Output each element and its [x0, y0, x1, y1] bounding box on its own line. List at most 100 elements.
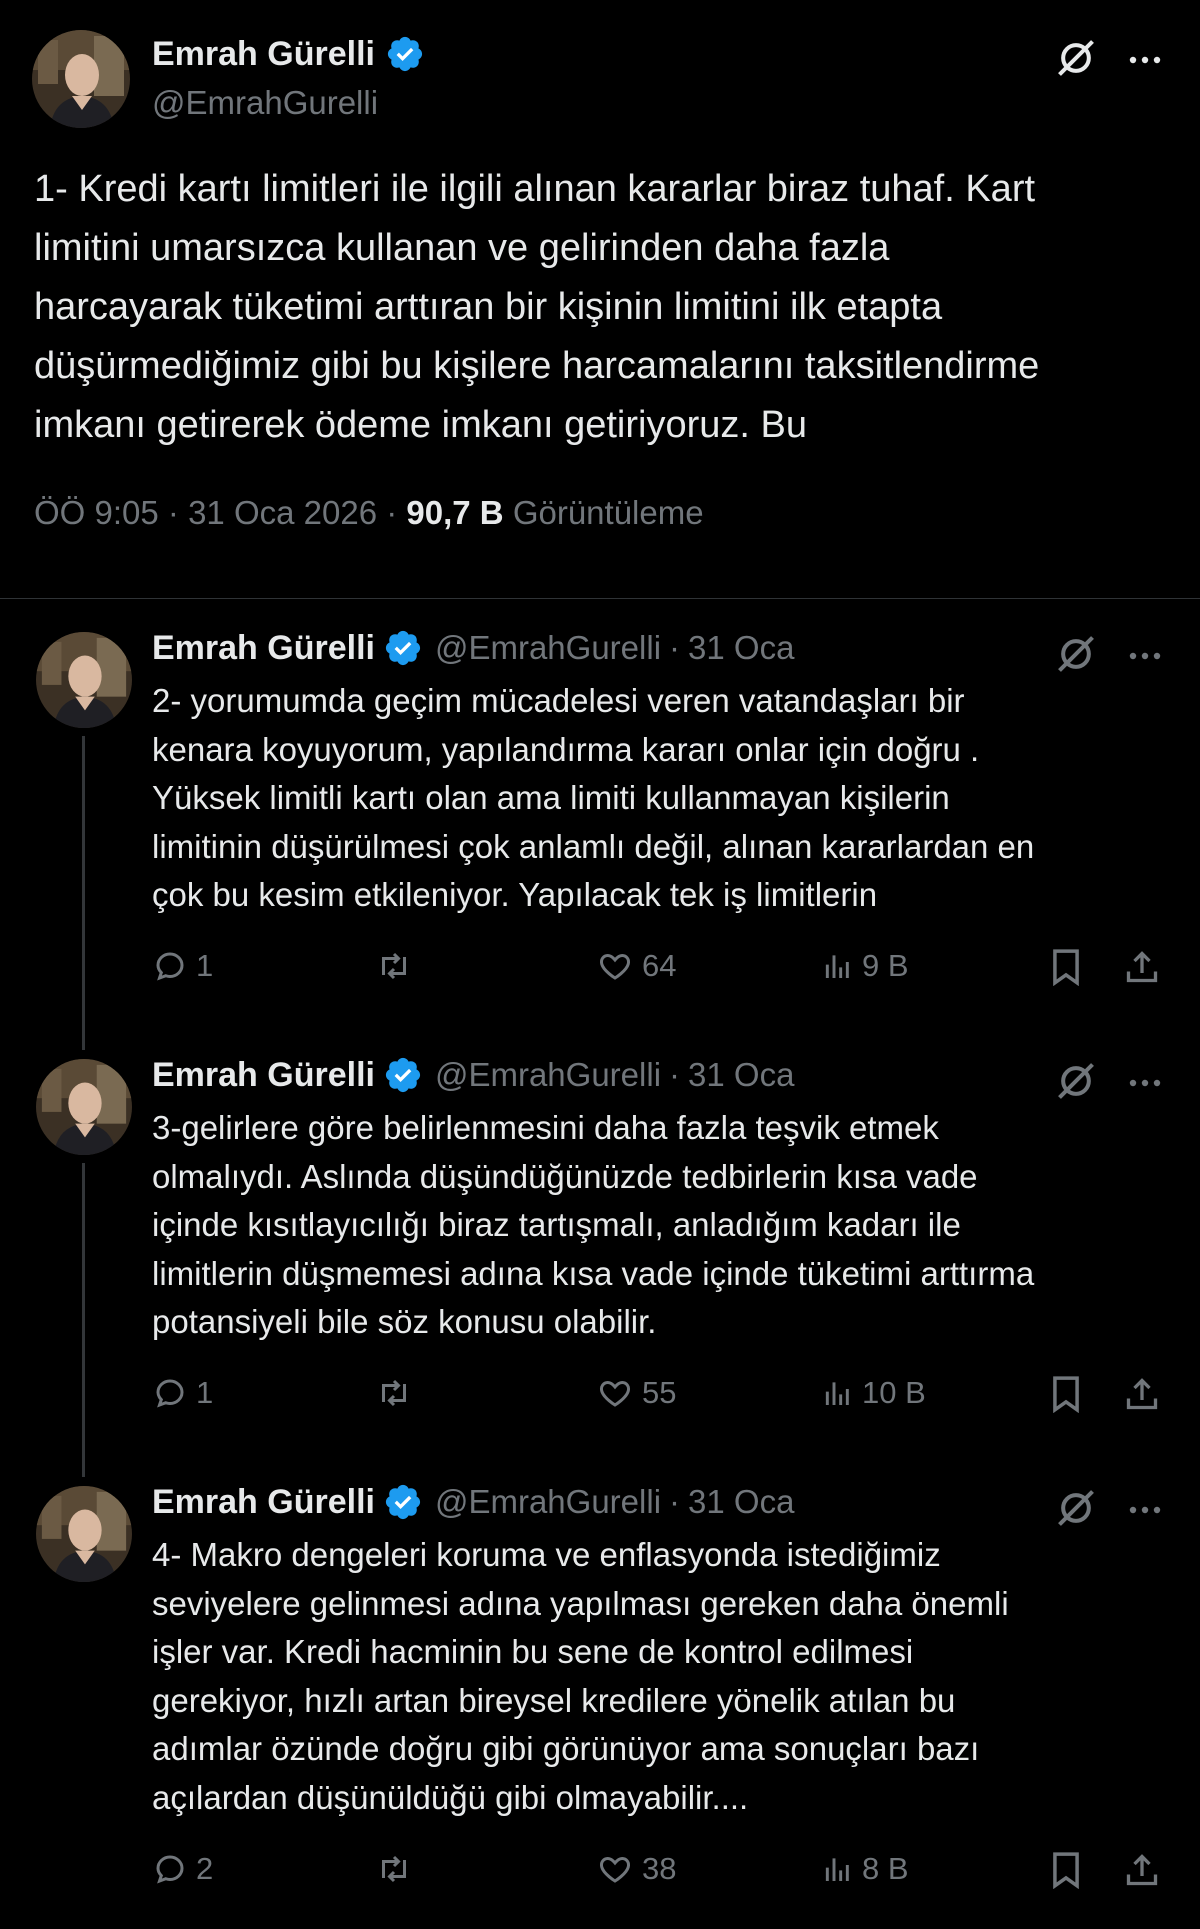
tweet-text: 2- yorumumda geçim mücadelesi veren vata…: [152, 677, 1162, 920]
meta-separator: ·: [167, 494, 179, 531]
reply-tweet[interactable]: Emrah Gürelli @EmrahGurelli · 31 Oca 3-g…: [0, 1049, 1200, 1477]
author-handle[interactable]: @EmrahGurelli: [435, 1056, 661, 1094]
views-button[interactable]: 10 B: [822, 1375, 926, 1411]
retweet-button[interactable]: [374, 1375, 414, 1411]
bookmark-icon: [1053, 1376, 1079, 1413]
thread-line: [82, 1163, 85, 1477]
like-count: 55: [642, 1375, 677, 1410]
tweet-text-line: işler var. Kredi hacminin bu sene de kon…: [152, 1633, 914, 1670]
verified-badge-icon: [383, 1482, 423, 1522]
tweet-text-line: imkanı getirerek ödeme imkanı getiriyoru…: [34, 404, 807, 446]
verified-badge-icon: [383, 1055, 423, 1095]
views-button[interactable]: 8 B: [822, 1851, 909, 1887]
author-name[interactable]: Emrah Gürelli: [152, 629, 375, 668]
reply-count: 2: [196, 1851, 214, 1886]
grok-icon[interactable]: [1054, 1486, 1098, 1535]
tweet-text-line: 3-gelirlere göre belirlenmesini daha faz…: [152, 1109, 939, 1146]
bookmark-button[interactable]: [1050, 1851, 1082, 1889]
like-button[interactable]: 55: [596, 1375, 676, 1411]
avatar[interactable]: [36, 1059, 132, 1155]
views-count: 90,7 B: [406, 494, 504, 531]
reply-button[interactable]: 2: [152, 1851, 213, 1887]
more-icon[interactable]: [1128, 1075, 1162, 1093]
like-button[interactable]: 64: [596, 948, 676, 984]
tweet-text-line: kenara koyuyorum, yapılandırma kararı on…: [152, 730, 980, 768]
author-name[interactable]: Emrah Gürelli: [152, 1056, 375, 1095]
tweet-text-line: potansiyeli bile söz konusu olabilir.: [152, 1303, 657, 1340]
tweet-text-line: çok bu kesim etkileniyor. Yapılacak tek …: [152, 876, 878, 913]
tweet-text-line: 2- yorumumda geçim mücadelesi veren vata…: [152, 682, 965, 719]
grok-icon[interactable]: [1054, 632, 1098, 681]
reply-button[interactable]: 1: [152, 948, 213, 984]
tweet-text-line: 4- Makro dengeleri koruma ve enflasyonda…: [152, 1536, 941, 1573]
views-count: 10 B: [862, 1375, 926, 1410]
tweet-date[interactable]: 31 Oca: [688, 1056, 794, 1094]
author-handle[interactable]: @EmrahGurelli: [152, 84, 378, 122]
tweet-text-line: limitlerin düşmemesi adına kısa vade içi…: [152, 1254, 1035, 1292]
tweet-text-line: limitinin düşürülmesi çok anlamlı değil,…: [152, 827, 1035, 865]
tweet-date[interactable]: 31 Oca: [688, 629, 794, 667]
verified-badge-icon: [385, 34, 425, 74]
reply-button[interactable]: 1: [152, 1375, 213, 1411]
retweet-button[interactable]: [374, 948, 414, 984]
reply-icon: [156, 1379, 184, 1408]
share-button[interactable]: [1124, 1851, 1160, 1889]
reply-tweet[interactable]: Emrah Gürelli @EmrahGurelli · 31 Oca 2- …: [0, 622, 1200, 1050]
views-count: 9 B: [862, 948, 909, 983]
like-count: 38: [642, 1851, 677, 1886]
tweet-text-line: Yüksek limitli kartı olan ama limiti kul…: [152, 779, 950, 816]
like-button[interactable]: 38: [596, 1851, 676, 1887]
retweet-button[interactable]: [374, 1851, 414, 1887]
tweet-time[interactable]: ÖÖ 9:05: [34, 494, 159, 531]
author-handle[interactable]: @EmrahGurelli: [435, 1483, 661, 1521]
like-icon: [599, 953, 631, 980]
author-handle[interactable]: @EmrahGurelli: [435, 629, 661, 667]
author-name[interactable]: Emrah Gürelli: [152, 35, 375, 74]
avatar[interactable]: [36, 632, 132, 728]
more-icon[interactable]: [1128, 1502, 1162, 1520]
grok-icon[interactable]: [1054, 36, 1098, 85]
avatar[interactable]: [36, 1486, 132, 1582]
tweet-text-line: düşürmediğimiz gibi bu kişilere harcamal…: [34, 345, 1040, 387]
main-tweet: Emrah Gürelli @EmrahGurelli 1- Kredi kar…: [0, 0, 1200, 598]
tweet-meta: ÖÖ 9:05 · 31 Oca 2026 · 90,7 B Görüntüle…: [34, 494, 704, 532]
reply-tweet[interactable]: Emrah Gürelli @EmrahGurelli · 31 Oca 4- …: [0, 1476, 1200, 1929]
tweet-date[interactable]: 31 Oca 2026: [188, 494, 377, 531]
grok-icon[interactable]: [1054, 1059, 1098, 1108]
tweet-text: 1- Kredi kartı limitleri ile ilgili alın…: [34, 160, 1174, 455]
reply-count: 1: [196, 1375, 214, 1410]
bookmark-button[interactable]: [1050, 948, 1082, 986]
tweet-text-line: içinde kısıtlayıcılığı biraz tartışmalı,…: [152, 1206, 961, 1243]
share-button[interactable]: [1124, 948, 1160, 986]
tweet-text-line: adımlar özünde doğru gibi görünüyor ama …: [152, 1730, 980, 1767]
tweet-text-line: 1- Kredi kartı limitleri ile ilgili alın…: [34, 168, 1036, 210]
avatar[interactable]: [32, 30, 130, 128]
author-name[interactable]: Emrah Gürelli: [152, 1483, 375, 1522]
more-icon[interactable]: [1128, 648, 1162, 666]
divider: [0, 598, 1200, 599]
bookmark-button[interactable]: [1050, 1375, 1082, 1413]
more-icon[interactable]: [1128, 52, 1162, 70]
tweet-text-line: limitini umarsızca kullanan ve gelirinde…: [34, 227, 890, 269]
share-icon: [1126, 1854, 1158, 1886]
views-icon: [825, 1382, 849, 1405]
tweet-date[interactable]: 31 Oca: [688, 1483, 794, 1521]
bookmark-icon: [1053, 1852, 1079, 1889]
views-button[interactable]: 9 B: [822, 948, 909, 984]
tweet-text: 3-gelirlere göre belirlenmesini daha faz…: [152, 1104, 1162, 1347]
views-label: Görüntüleme: [512, 494, 704, 531]
views-count: 8 B: [862, 1851, 909, 1886]
share-icon: [1126, 1378, 1158, 1410]
like-icon: [599, 1856, 631, 1883]
views-icon: [825, 1858, 849, 1881]
meta-separator: ·: [386, 494, 398, 531]
tweet-text-line: harcayarak tüketimi arttıran bir kişinin…: [34, 286, 943, 328]
meta-separator: ·: [669, 1056, 681, 1093]
reply-count: 1: [196, 948, 214, 983]
share-button[interactable]: [1124, 1375, 1160, 1413]
share-icon: [1126, 951, 1158, 983]
tweet-actions: 1 55 10 B: [152, 1375, 1162, 1425]
like-count: 64: [642, 948, 677, 983]
verified-badge-icon: [383, 628, 423, 668]
retweet-icon: [382, 1855, 406, 1883]
